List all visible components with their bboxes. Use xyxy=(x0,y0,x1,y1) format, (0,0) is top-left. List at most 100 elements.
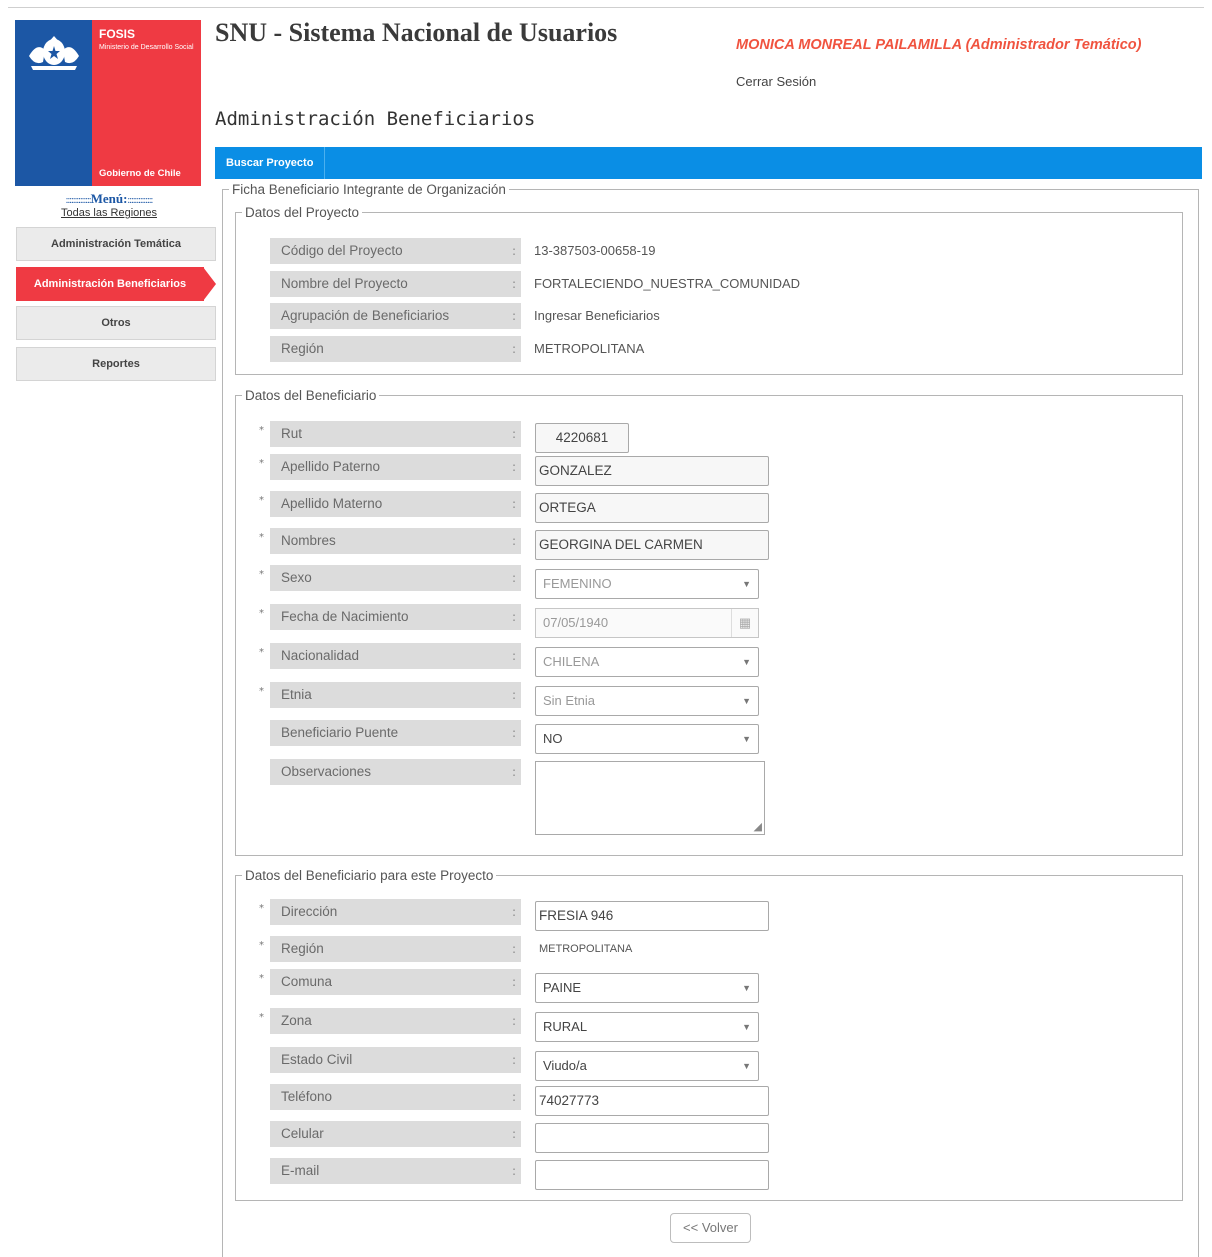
fosis-logo: FOSIS Ministerio de Desarrollo Social Go… xyxy=(15,20,201,186)
telefono-field[interactable]: 74027773 xyxy=(535,1086,769,1116)
comuna-label: Comuna xyxy=(270,969,521,995)
back-button[interactable]: << Volver xyxy=(670,1213,751,1243)
row-nombre-proyecto: Nombre del Proyecto : FORTALECIENDO_NUES… xyxy=(259,271,1179,299)
separator: : xyxy=(512,610,517,624)
separator: : xyxy=(512,726,517,740)
observaciones-label: Observaciones xyxy=(270,759,521,785)
nacionalidad-label: Nacionalidad xyxy=(270,643,521,669)
logout-link[interactable]: Cerrar Sesión xyxy=(736,74,816,89)
separator: : xyxy=(512,1090,517,1104)
row-etnia: * Etnia : Sin Etnia ▼ xyxy=(259,682,1179,716)
required-marker: * xyxy=(259,973,264,984)
zona-label: Zona xyxy=(270,1008,521,1034)
row-celular: Celular : xyxy=(259,1121,1179,1153)
menu-title: ::::::::::::::Menú::::::::::::::: xyxy=(65,191,154,206)
agrupacion-label: Agrupación de Beneficiarios xyxy=(270,303,521,329)
separator: : xyxy=(512,497,517,511)
row-codigo-proyecto: Código del Proyecto : 13-387503-00658-19 xyxy=(259,238,1179,266)
sidebar-item-otros[interactable]: Otros xyxy=(16,306,216,340)
row-apellido-paterno: * Apellido Paterno : GONZALEZ xyxy=(259,454,1179,486)
separator: : xyxy=(512,942,517,956)
email-field[interactable] xyxy=(535,1160,769,1190)
region-beneficiario-value: METROPOLITANA xyxy=(539,943,633,955)
separator: : xyxy=(512,765,517,779)
direccion-field[interactable]: FRESIA 946 xyxy=(535,901,769,931)
nombre-proyecto-value: FORTALECIENDO_NUESTRA_COMUNIDAD xyxy=(534,276,801,291)
separator: : xyxy=(512,975,517,989)
ficha-legend: Ficha Beneficiario Integrante de Organiz… xyxy=(232,182,506,197)
required-marker: * xyxy=(259,569,264,580)
zona-select[interactable]: RURAL ▼ xyxy=(535,1012,759,1042)
top-divider xyxy=(8,7,1204,8)
beneficiario-puente-label: Beneficiario Puente xyxy=(270,720,521,746)
required-marker: * xyxy=(259,940,264,951)
fecha-nacimiento-field[interactable]: 07/05/1940 ▦ xyxy=(535,608,759,638)
comuna-select[interactable]: PAINE ▼ xyxy=(535,973,759,1003)
separator: : xyxy=(512,1127,517,1141)
separator: : xyxy=(512,534,517,548)
chevron-down-icon: ▼ xyxy=(742,983,751,993)
celular-label: Celular xyxy=(270,1121,521,1147)
required-marker: * xyxy=(259,1012,264,1023)
row-email: E-mail : xyxy=(259,1158,1179,1190)
required-marker: * xyxy=(259,495,264,506)
region-proyecto-value: METROPOLITANA xyxy=(534,341,645,356)
sidebar-item-admin-tematica[interactable]: Administración Temática xyxy=(16,227,216,261)
apellido-materno-label: Apellido Materno xyxy=(270,491,521,517)
beneficiario-puente-select[interactable]: NO ▼ xyxy=(535,724,759,754)
separator: : xyxy=(512,905,517,919)
celular-field[interactable] xyxy=(535,1123,769,1153)
tab-buscar-proyecto[interactable]: Buscar Proyecto xyxy=(215,147,326,179)
apellido-paterno-field[interactable]: GONZALEZ xyxy=(535,456,769,486)
app-title: SNU - Sistema Nacional de Usuarios xyxy=(215,18,618,47)
separator: : xyxy=(512,309,517,323)
required-marker: * xyxy=(259,608,264,619)
nombres-field[interactable]: GEORGINA DEL CARMEN xyxy=(535,530,769,560)
user-name: MONICA MONREAL PAILAMILLA (Administrador… xyxy=(736,37,1142,53)
page-title: Administración Beneficiarios xyxy=(215,108,536,130)
row-region-proyecto: Región : METROPOLITANA xyxy=(259,336,1179,364)
estado-civil-label: Estado Civil xyxy=(270,1047,521,1073)
sexo-select[interactable]: FEMENINO ▼ xyxy=(535,569,759,599)
region-beneficiario-label: Región xyxy=(270,936,521,962)
chevron-down-icon: ▼ xyxy=(742,579,751,589)
nombre-proyecto-label: Nombre del Proyecto xyxy=(270,271,521,297)
chevron-down-icon: ▼ xyxy=(742,1061,751,1071)
datos-proyecto-legend: Datos del Proyecto xyxy=(245,205,360,220)
required-marker: * xyxy=(259,647,264,658)
row-zona: * Zona : RURAL ▼ xyxy=(259,1008,1179,1042)
separator: : xyxy=(512,571,517,585)
row-nombres: * Nombres : GEORGINA DEL CARMEN xyxy=(259,528,1179,560)
telefono-label: Teléfono xyxy=(270,1084,521,1110)
separator: : xyxy=(512,649,517,663)
rut-field[interactable]: 4220681 xyxy=(535,423,629,453)
row-beneficiario-puente: Beneficiario Puente : NO ▼ xyxy=(259,720,1179,754)
sidebar-item-reportes[interactable]: Reportes xyxy=(16,347,216,381)
calendar-icon[interactable]: ▦ xyxy=(731,609,758,637)
separator: : xyxy=(512,460,517,474)
row-region-beneficiario: * Región : METROPOLITANA xyxy=(259,936,1179,964)
all-regions-link[interactable]: Todas las Regiones xyxy=(16,207,202,219)
tab-bar: Buscar Proyecto xyxy=(215,147,1202,179)
email-label: E-mail xyxy=(270,1158,521,1184)
datos-beneficiario-proyecto-legend: Datos del Beneficiario para este Proyect… xyxy=(245,868,494,883)
separator: : xyxy=(512,1164,517,1178)
row-apellido-materno: * Apellido Materno : ORTEGA xyxy=(259,491,1179,523)
logo-brand: FOSIS xyxy=(99,27,136,41)
separator: : xyxy=(512,427,517,441)
resize-handle-icon[interactable]: ◢ xyxy=(754,820,762,833)
separator: : xyxy=(512,277,517,291)
separator: : xyxy=(512,688,517,702)
region-proyecto-label: Región xyxy=(270,336,521,362)
apellido-materno-field[interactable]: ORTEGA xyxy=(535,493,769,523)
required-marker: * xyxy=(259,425,264,436)
row-direccion: * Dirección : FRESIA 946 xyxy=(259,899,1179,931)
nacionalidad-select[interactable]: CHILENA ▼ xyxy=(535,647,759,677)
etnia-select[interactable]: Sin Etnia ▼ xyxy=(535,686,759,716)
separator: : xyxy=(512,1014,517,1028)
estado-civil-select[interactable]: Viudo/a ▼ xyxy=(535,1051,759,1081)
chevron-down-icon: ▼ xyxy=(742,1022,751,1032)
etnia-label: Etnia xyxy=(270,682,521,708)
sidebar-item-admin-beneficiarios[interactable]: Administración Beneficiarios xyxy=(16,267,216,301)
observaciones-textarea[interactable]: ◢ xyxy=(535,761,765,835)
